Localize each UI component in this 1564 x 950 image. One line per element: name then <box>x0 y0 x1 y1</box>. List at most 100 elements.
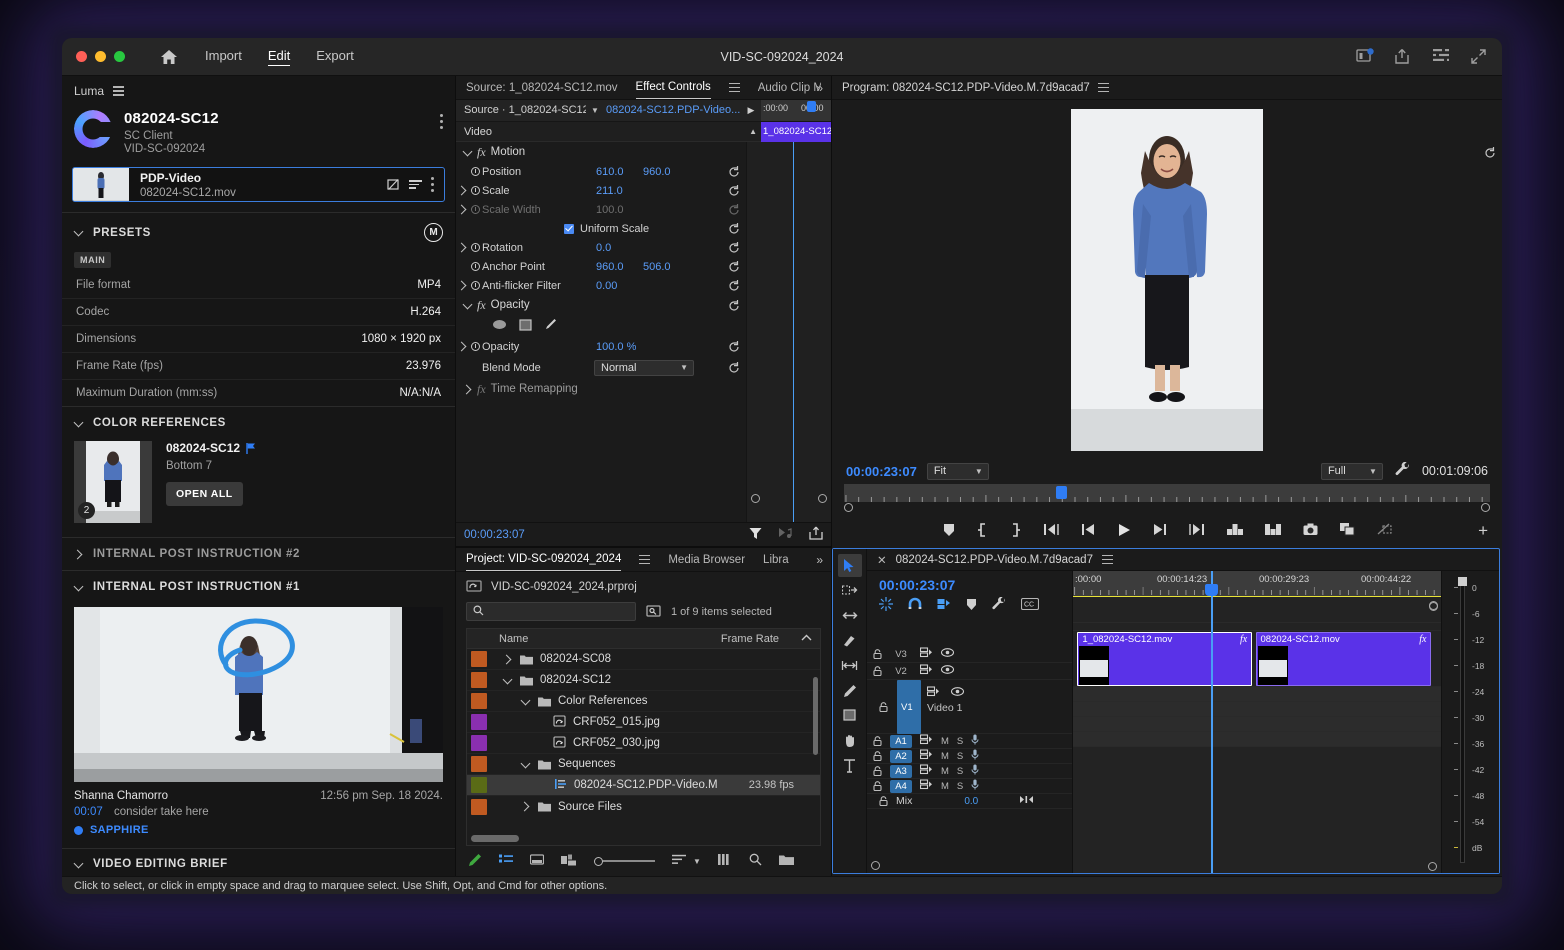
sort-menu[interactable]: ▼ <box>672 854 701 868</box>
chevron-right-icon[interactable] <box>456 205 468 214</box>
chevron-right-icon[interactable] <box>456 281 468 290</box>
sync-lock-icon[interactable] <box>919 749 933 763</box>
program-duration-timecode[interactable]: 00:01:09:06 <box>1422 464 1488 478</box>
effect-controls-footer-icons[interactable] <box>749 526 823 543</box>
timeline-clip[interactable]: 1_082024-SC12.mov fx <box>1077 632 1253 686</box>
eye-icon[interactable] <box>940 648 955 660</box>
property-value[interactable]: 0.0 <box>596 242 611 254</box>
export-icon[interactable] <box>1394 48 1412 66</box>
lock-icon[interactable] <box>873 649 882 660</box>
mute-button[interactable]: M <box>941 751 949 762</box>
track-header-v1[interactable]: V1 Video 1 <box>867 680 1072 734</box>
effect-controls-menu-icon[interactable] <box>728 82 740 93</box>
reset-icon[interactable] <box>729 166 740 177</box>
go-to-out-icon[interactable] <box>1188 523 1205 539</box>
playback-resolution-select[interactable]: Full ▼ <box>1320 462 1383 480</box>
chevron-right-icon[interactable] <box>456 342 468 351</box>
track-header-a3[interactable]: A3 M S <box>867 764 1072 779</box>
track-select-forward-tool-icon[interactable] <box>838 579 862 602</box>
stopwatch-icon[interactable] <box>468 167 482 176</box>
open-all-button[interactable]: OPEN ALL <box>166 482 243 506</box>
timeline-track-area[interactable]: :00:00 00:00:14:23 00:00:29:23 00:00:44:… <box>1073 571 1441 873</box>
track-name[interactable]: A1 <box>890 734 912 748</box>
luma-project-options-icon[interactable] <box>440 110 443 129</box>
sync-lock-icon[interactable] <box>919 779 933 793</box>
table-row[interactable]: Source Files <box>467 796 820 817</box>
zoom-handle-right[interactable] <box>1428 862 1437 871</box>
ripple-edit-tool-icon[interactable] <box>838 604 862 627</box>
tab-media-browser[interactable]: Media Browser <box>668 548 745 571</box>
workspace-menu-icon[interactable] <box>1432 47 1450 66</box>
eye-icon[interactable] <box>940 665 955 677</box>
chevron-right-icon[interactable] <box>503 655 512 664</box>
reset-icon[interactable] <box>729 261 740 272</box>
track-a3-lane[interactable] <box>1073 717 1441 732</box>
zoom-handle-right[interactable] <box>818 494 827 503</box>
nest-sync-icon[interactable] <box>879 597 893 614</box>
lock-icon[interactable] <box>873 781 882 792</box>
track-a2-lane[interactable] <box>1073 702 1441 717</box>
main-nav[interactable]: Import Edit Export <box>205 48 354 66</box>
zoom-slider[interactable] <box>594 856 655 866</box>
table-row[interactable]: CRF052_030.jpg <box>467 733 820 754</box>
maximize-window-button[interactable] <box>114 51 125 62</box>
pan-icon[interactable] <box>1020 795 1034 807</box>
zoom-handle-left[interactable] <box>871 861 880 870</box>
home-icon[interactable] <box>159 48 179 66</box>
play-icon[interactable] <box>1117 523 1131 540</box>
instruction-1-frame-preview[interactable] <box>74 607 443 782</box>
play-audio-icon[interactable] <box>778 527 793 542</box>
property-anti-flicker-filter[interactable]: Anti-flicker Filter 0.00 <box>456 276 746 295</box>
property-value[interactable]: 100.0 % <box>596 341 636 353</box>
track-header-v3[interactable]: V3 <box>867 646 1072 663</box>
presets-badge[interactable]: M <box>424 223 443 242</box>
stopwatch-icon[interactable] <box>468 186 482 195</box>
program-playhead[interactable] <box>1055 486 1067 499</box>
search-field[interactable] <box>489 605 629 618</box>
mix-value[interactable]: 0.0 <box>964 796 978 807</box>
project-horizontal-scrollbar[interactable] <box>471 835 519 842</box>
timeline-horizontal-zoom[interactable] <box>1073 861 1441 871</box>
effect-controls-zoom-bar[interactable] <box>747 493 831 503</box>
track-name[interactable]: V2 <box>890 666 912 677</box>
reset-icon[interactable] <box>1485 146 1496 158</box>
reset-icon[interactable] <box>729 299 740 311</box>
slip-tool-icon[interactable] <box>838 654 862 677</box>
asset-options-icon[interactable] <box>431 177 434 192</box>
column-name[interactable]: Name <box>499 633 528 645</box>
chevron-right-icon[interactable] <box>74 550 83 559</box>
column-frame-rate[interactable]: Frame Rate <box>721 633 779 645</box>
reset-icon[interactable] <box>729 223 740 234</box>
chevron-right-icon[interactable] <box>521 802 530 811</box>
table-row[interactable]: 082024-SC12.PDP-Video.M 23.98 fps <box>467 775 820 796</box>
linked-selection-icon[interactable] <box>937 597 951 614</box>
effect-controls-play-icon[interactable]: ▶ <box>741 100 761 121</box>
solo-button[interactable]: S <box>957 766 963 777</box>
program-video-frame[interactable] <box>1071 109 1263 451</box>
sync-lock-icon[interactable] <box>919 647 933 661</box>
effect-controls-timeline[interactable] <box>746 142 831 522</box>
mute-button[interactable]: M <box>941 736 949 747</box>
stopwatch-icon[interactable] <box>468 262 482 271</box>
extract-icon[interactable] <box>1264 523 1281 539</box>
compare-icon[interactable] <box>387 178 400 191</box>
fullscreen-icon[interactable] <box>1470 48 1488 66</box>
filter-icon[interactable] <box>749 527 762 543</box>
audio-meters-panel[interactable]: 0 -6 -12 -18 -24 -30 -36 -42 -48 -54 dB <box>1441 571 1499 873</box>
effect-controls-mini-clip[interactable]: 1_082024-SC12. <box>761 121 831 142</box>
track-v2-lane[interactable] <box>1073 623 1441 631</box>
zoom-handle-right[interactable] <box>1481 503 1490 512</box>
export-frame-icon[interactable] <box>809 526 823 543</box>
color-references-header[interactable]: COLOR REFERENCES <box>62 407 455 439</box>
settings-wrench-icon[interactable] <box>1395 461 1410 480</box>
tab-project[interactable]: Project: VID-SC-092024_2024 <box>466 548 622 571</box>
chevron-right-icon[interactable] <box>456 243 468 252</box>
sync-lock-icon[interactable] <box>919 734 933 748</box>
reset-icon[interactable] <box>729 280 740 291</box>
project-vertical-scrollbar[interactable] <box>813 677 818 755</box>
video-editing-brief-header[interactable]: VIDEO EDITING BRIEF <box>62 849 455 876</box>
timeline-horizontal-zoom-left[interactable] <box>871 860 1068 870</box>
stopwatch-icon[interactable] <box>468 243 482 252</box>
property-position[interactable]: Position 610.0 960.0 <box>456 162 746 181</box>
columns-icon[interactable] <box>717 854 732 868</box>
